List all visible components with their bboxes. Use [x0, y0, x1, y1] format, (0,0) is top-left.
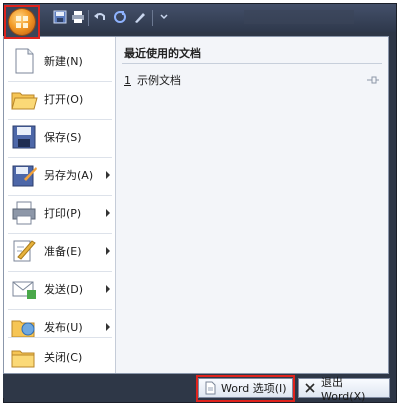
submenu-arrow-icon — [106, 209, 110, 217]
prepare-icon — [13, 240, 36, 262]
send-icon — [12, 281, 36, 299]
save-floppy-icon — [12, 125, 36, 149]
print-icon[interactable] — [70, 9, 86, 25]
exit-word-button[interactable]: 退出 Word(X) — [298, 376, 390, 403]
submenu-arrow-icon — [106, 247, 110, 255]
close-icon — [305, 383, 315, 393]
recent-documents-title: 最近使用的文档 — [124, 47, 201, 60]
menu-item-label: 新建(N) — [44, 55, 83, 68]
divider — [122, 63, 382, 64]
close-folder-icon — [11, 350, 35, 368]
menu-item-label: 准备(E) — [44, 245, 82, 258]
exit-word-label: 退出 Word(X) — [321, 375, 366, 403]
menu-item-print[interactable]: 打印(P) — [8, 195, 112, 231]
menu-item-label: 打印(P) — [44, 207, 82, 220]
menu-item-label: 另存为(A) — [44, 169, 94, 182]
pin-icon[interactable] — [366, 75, 380, 85]
menu-item-close[interactable]: 关闭(C) — [8, 339, 112, 375]
redo-icon[interactable] — [112, 9, 128, 25]
new-document-icon — [15, 48, 34, 74]
recent-documents-panel: 最近使用的文档 1 示例文档 — [116, 37, 388, 373]
open-folder-icon — [11, 92, 38, 110]
submenu-arrow-icon — [106, 285, 110, 293]
title-bar-area — [244, 10, 354, 24]
highlight-box — [196, 375, 295, 402]
save-icon[interactable] — [52, 9, 68, 25]
printer-icon — [12, 201, 36, 225]
format-painter-icon[interactable] — [132, 9, 148, 25]
undo-icon[interactable] — [92, 9, 108, 25]
submenu-arrow-icon — [106, 323, 110, 331]
menu-command-list: 新建(N) 打开(O) 保存(S) 另存为(A) 打印(P) 准备(E) 发送(… — [4, 37, 116, 373]
menu-item-label: 关闭(C) — [44, 351, 83, 364]
menu-item-save-as[interactable]: 另存为(A) — [8, 157, 112, 193]
submenu-arrow-icon — [106, 171, 110, 179]
office-button[interactable] — [4, 5, 40, 39]
menu-item-label: 发送(D) — [44, 283, 84, 296]
menu-item-open[interactable]: 打开(O) — [8, 81, 112, 117]
menu-item-new[interactable]: 新建(N) — [8, 43, 112, 79]
menu-item-send[interactable]: 发送(D) — [8, 271, 112, 307]
office-menu: 新建(N) 打开(O) 保存(S) 另存为(A) 打印(P) 准备(E) 发送(… — [3, 36, 389, 374]
customize-toolbar-icon[interactable] — [156, 9, 172, 25]
save-as-icon — [12, 165, 37, 187]
office-logo-icon — [9, 9, 35, 35]
menu-item-prepare[interactable]: 准备(E) — [8, 233, 112, 269]
menu-item-save[interactable]: 保存(S) — [8, 119, 112, 155]
quick-access-toolbar — [4, 4, 396, 32]
recent-document-item[interactable]: 1 示例文档 — [124, 71, 380, 89]
recent-document-number: 1 — [124, 73, 131, 87]
recent-document-name: 示例文档 — [137, 74, 181, 87]
menu-item-label: 保存(S) — [44, 131, 82, 144]
menu-item-label: 打开(O) — [44, 93, 84, 106]
menu-item-label: 发布(U) — [44, 321, 83, 334]
